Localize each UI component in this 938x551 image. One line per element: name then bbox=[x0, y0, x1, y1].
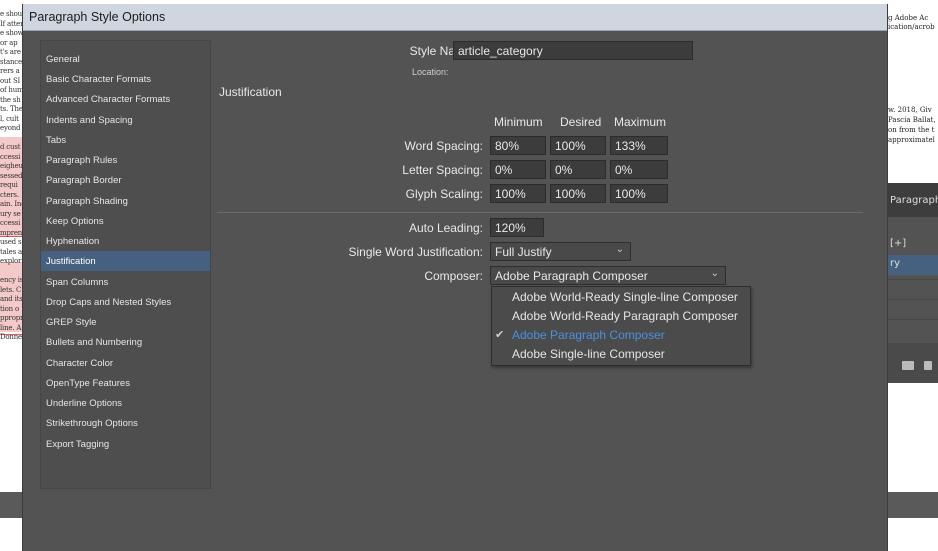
section-heading: Justification bbox=[219, 85, 282, 99]
composer-value: Adobe Paragraph Composer bbox=[495, 269, 648, 283]
auto-leading-label: Auto Leading: bbox=[408, 221, 483, 235]
dialog-title: Paragraph Style Options bbox=[29, 10, 166, 24]
category-item[interactable]: Justification bbox=[41, 251, 210, 271]
glyph-scaling-min-input[interactable]: 100% bbox=[490, 184, 546, 203]
dialog-titlebar[interactable]: Paragraph Style Options bbox=[23, 4, 887, 31]
category-item[interactable]: Strikethrough Options bbox=[41, 413, 210, 433]
category-item[interactable]: GREP Style bbox=[41, 312, 210, 332]
column-desired: Desired bbox=[560, 115, 602, 129]
panel-footer bbox=[888, 343, 938, 383]
composer-option[interactable]: Adobe World-Ready Paragraph Composer bbox=[492, 307, 750, 326]
chevron-down-icon: ⌄ bbox=[615, 244, 624, 255]
panel-divider bbox=[888, 319, 938, 320]
letter-spacing-label: Letter Spacing: bbox=[402, 163, 483, 177]
composer-option[interactable]: Adobe Single-line Composer bbox=[492, 345, 750, 364]
letter-spacing-desired-input[interactable]: 0% bbox=[550, 160, 606, 179]
single-word-justification-label: Single Word Justification: bbox=[348, 245, 483, 259]
category-list: General Basic Character Formats Advanced C… bbox=[40, 40, 211, 489]
background-text: e shou If atter e show or ap t's are stance re… bbox=[0, 10, 22, 341]
category-item[interactable]: Underline Options bbox=[41, 393, 210, 413]
background-text: ication/acrob bbox=[888, 23, 935, 31]
background-text: Pascia Ballat, bbox=[888, 116, 936, 124]
paragraph-style-options-dialog: Paragraph Style Options General Basic Cha… bbox=[22, 4, 888, 551]
style-name-input[interactable]: article_category bbox=[453, 41, 693, 60]
auto-leading-input[interactable]: 120% bbox=[490, 218, 544, 237]
panel-row-selected[interactable]: ry bbox=[888, 255, 938, 275]
category-item[interactable]: Hyphenation bbox=[41, 231, 210, 251]
category-item[interactable]: OpenType Features bbox=[41, 373, 210, 393]
category-item[interactable]: Basic Character Formats bbox=[41, 69, 210, 89]
chevron-down-icon: ⌄ bbox=[710, 268, 719, 279]
category-item[interactable]: Span Columns bbox=[41, 272, 210, 292]
panel-title[interactable]: Paragraph Styl... bbox=[888, 183, 938, 217]
word-spacing-desired-input[interactable]: 100% bbox=[550, 136, 606, 155]
composer-menu: Adobe World-Ready Single-line Composer A… bbox=[491, 286, 751, 366]
background-document-right: g Adobe Ac ication/acrob w. 2018, Giv Pa… bbox=[884, 0, 938, 551]
category-item[interactable]: Keep Options bbox=[41, 211, 210, 231]
column-maximum: Maximum bbox=[614, 115, 667, 129]
category-item[interactable]: Bullets and Numbering bbox=[41, 332, 210, 352]
glyph-scaling-label: Glyph Scaling: bbox=[405, 187, 483, 201]
composer-label: Composer: bbox=[424, 269, 483, 283]
category-item[interactable]: General bbox=[41, 49, 210, 69]
category-item[interactable]: Paragraph Border bbox=[41, 170, 210, 190]
category-item[interactable]: Indents and Spacing bbox=[41, 110, 210, 130]
category-item[interactable]: Export Tagging bbox=[41, 434, 210, 454]
folder-icon[interactable] bbox=[902, 361, 914, 370]
glyph-scaling-max-input[interactable]: 100% bbox=[610, 184, 668, 203]
background-document-left: e shou If atter e show or ap t's are stance re… bbox=[0, 0, 22, 551]
word-spacing-max-input[interactable]: 133% bbox=[610, 136, 668, 155]
paragraph-styles-panel: Paragraph Styl... [+] ry bbox=[888, 183, 938, 383]
single-word-justification-dropdown[interactable]: Full Justify ⌄ bbox=[490, 242, 631, 261]
section-divider bbox=[217, 212, 863, 213]
category-item[interactable]: Advanced Character Formats bbox=[41, 89, 210, 109]
background-text: on from the t bbox=[888, 126, 935, 134]
composer-option-selected[interactable]: ✔ Adobe Paragraph Composer bbox=[492, 326, 750, 345]
location-label: Location: bbox=[412, 67, 449, 77]
category-item[interactable]: Tabs bbox=[41, 130, 210, 150]
background-text: approximatel bbox=[888, 136, 935, 144]
panel-divider bbox=[888, 299, 938, 300]
single-word-justification-value: Full Justify bbox=[495, 245, 552, 259]
panel-row[interactable]: [+] bbox=[888, 235, 938, 255]
composer-option[interactable]: Adobe World-Ready Single-line Composer bbox=[492, 288, 750, 307]
category-item[interactable]: Character Color bbox=[41, 353, 210, 373]
composer-option-label: Adobe Paragraph Composer bbox=[512, 328, 665, 342]
new-style-icon[interactable] bbox=[924, 361, 932, 370]
letter-spacing-max-input[interactable]: 0% bbox=[610, 160, 668, 179]
letter-spacing-min-input[interactable]: 0% bbox=[490, 160, 546, 179]
word-spacing-label: Word Spacing: bbox=[404, 139, 484, 153]
glyph-scaling-desired-input[interactable]: 100% bbox=[550, 184, 606, 203]
category-item[interactable]: Paragraph Shading bbox=[41, 191, 210, 211]
word-spacing-min-input[interactable]: 80% bbox=[490, 136, 546, 155]
checkmark-icon: ✔ bbox=[495, 329, 505, 341]
category-item[interactable]: Drop Caps and Nested Styles bbox=[41, 292, 210, 312]
column-minimum: Minimum bbox=[494, 115, 543, 129]
category-item[interactable]: Paragraph Rules bbox=[41, 150, 210, 170]
background-text: w. 2018, Giv bbox=[888, 106, 932, 114]
composer-dropdown[interactable]: Adobe Paragraph Composer ⌄ bbox=[490, 266, 726, 285]
panel-divider bbox=[888, 279, 938, 280]
